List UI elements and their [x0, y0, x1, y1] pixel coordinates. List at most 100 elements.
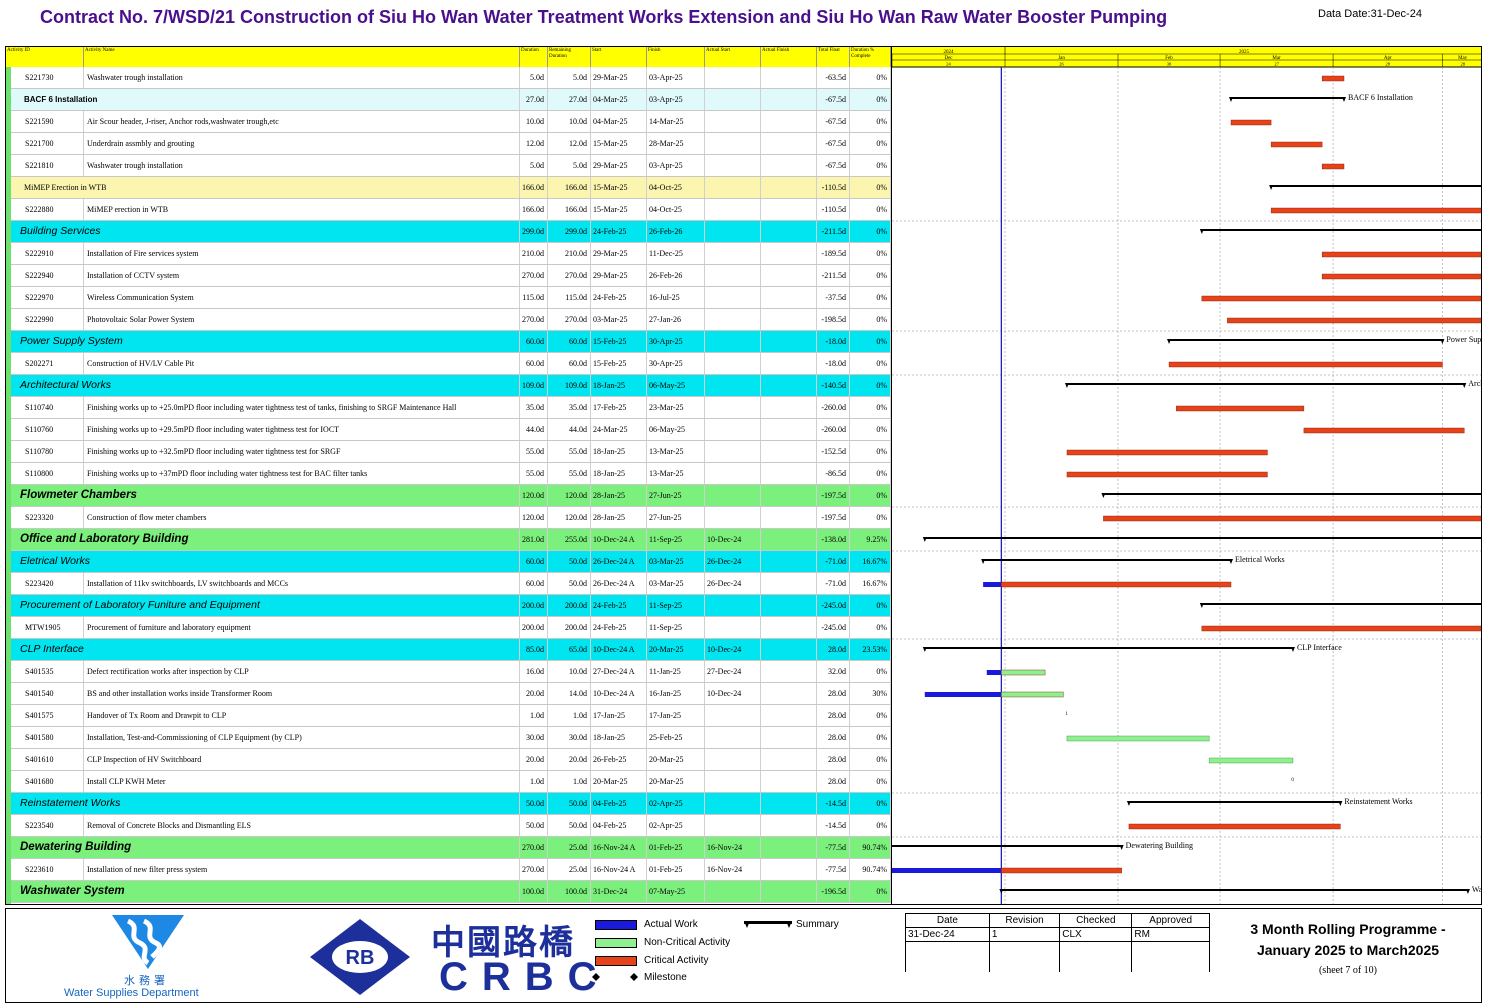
- activity-id: S110800: [14, 463, 84, 484]
- col-actual-finish[interactable]: Actual Finish: [761, 47, 817, 67]
- summary-bar: [892, 845, 1122, 847]
- col-activity-id[interactable]: Activity ID: [6, 47, 84, 67]
- year-label: 2025: [1239, 50, 1250, 55]
- remaining-duration: 60.0d: [548, 353, 591, 374]
- total-float: 28.0d: [817, 639, 850, 660]
- wbs-row[interactable]: Flowmeter Chambers 120.0d 120.0d 28-Jan-25 2…: [6, 485, 891, 507]
- table-row[interactable]: S110780 Finishing works up to +32.5mPD fl…: [6, 441, 891, 463]
- wbs-row[interactable]: Reinstatement Works 50.0d 50.0d 04-Feb-25 02…: [6, 793, 891, 815]
- table-row[interactable]: S221730 Washwater trough installation 5.0d…: [6, 67, 891, 89]
- actual-finish: [761, 89, 817, 110]
- start: 29-Mar-25: [591, 155, 647, 176]
- table-row[interactable]: S221810 Washwater trough installation 5.0d…: [6, 155, 891, 177]
- actual-start: [705, 771, 761, 792]
- total-float: -63.5d: [817, 67, 850, 88]
- col-actual-start[interactable]: Actual Start: [705, 47, 761, 67]
- table-row[interactable]: S401535 Defect rectification works after …: [6, 661, 891, 683]
- bar-label: BACF 6 Installation: [1348, 93, 1413, 102]
- table-row[interactable]: S222970 Wireless Communication System 115.…: [6, 287, 891, 309]
- start: 15-Feb-25: [591, 331, 647, 352]
- table-row[interactable]: S401610 CLP Inspection of HV Switchboard 2…: [6, 749, 891, 771]
- week-label: 27: [1274, 62, 1279, 67]
- actual-start: [705, 89, 761, 110]
- finish: 20-Mar-25: [647, 749, 705, 770]
- page-title: Contract No. 7/WSD/21 Construction of Si…: [40, 7, 1168, 27]
- remaining-duration: 50.0d: [548, 551, 591, 572]
- actual-start: 16-Nov-24: [705, 859, 761, 880]
- summary-bar: [1231, 97, 1344, 99]
- total-float: -110.5d: [817, 199, 850, 220]
- col-pct-complete[interactable]: Duration % Complete: [850, 47, 891, 67]
- table-row[interactable]: S110760 Finishing works up to +29.5mPD fl…: [6, 419, 891, 441]
- non-critical-bar: [1001, 691, 1064, 698]
- wbs-row[interactable]: CLP Interface 85.0d 65.0d 10-Dec-24 A 20-Mar…: [6, 639, 891, 661]
- critical-bar: [1001, 867, 1122, 874]
- col-finish[interactable]: Finish: [647, 47, 705, 67]
- actual-finish: [761, 199, 817, 220]
- pct-complete: 23.53%: [850, 639, 891, 660]
- wbs-row[interactable]: BACF 6 Installation 27.0d 27.0d 04-Mar-25 03…: [6, 89, 891, 111]
- actual-start: [705, 353, 761, 374]
- summary-bar: [1169, 339, 1443, 341]
- table-row[interactable]: S401540 BS and other installation works i…: [6, 683, 891, 705]
- wbs-row[interactable]: Building Services 299.0d 299.0d 24-Feb-25 26…: [6, 221, 891, 243]
- table-row[interactable]: S202271 Construction of HV/LV Cable Pit 60…: [6, 353, 891, 375]
- table-row[interactable]: S110800 Finishing works up to +37mPD floo…: [6, 463, 891, 485]
- table-row[interactable]: S223420 Installation of 11kv switchboards…: [6, 573, 891, 595]
- activity-name: BS and other installation works inside T…: [84, 683, 520, 704]
- table-row[interactable]: S222940 Installation of CCTV system 270.0d…: [6, 265, 891, 287]
- summary-bar: [1201, 229, 1481, 231]
- table-row[interactable]: S223320 Construction of flow meter chambe…: [6, 507, 891, 529]
- remaining-duration: 210.0d: [548, 243, 591, 264]
- remaining-duration: 5.0d: [548, 155, 591, 176]
- table-row[interactable]: S222880 MiMEP erection in WTB 166.0d 166.0d…: [6, 199, 891, 221]
- week-label: 28: [1385, 62, 1390, 67]
- table-row[interactable]: S223610 Installation of new filter press …: [6, 859, 891, 881]
- col-activity-name[interactable]: Activity Name: [84, 47, 520, 67]
- activity-id: S222970: [14, 287, 84, 308]
- wbs-row[interactable]: Office and Laboratory Building 281.0d 255.…: [6, 529, 891, 551]
- table-row[interactable]: S223540 Removal of Concrete Blocks and Di…: [6, 815, 891, 837]
- wbs-row[interactable]: Washwater System 100.0d 100.0d 31-Dec-24 07-…: [6, 881, 891, 903]
- finish: 20-Mar-25: [647, 771, 705, 792]
- start: 17-Feb-25: [591, 397, 647, 418]
- table-row[interactable]: S401575 Handover of Tx Room and Drawpit t…: [6, 705, 891, 727]
- table-row[interactable]: S110740 Finishing works up to +25.0mPD fl…: [6, 397, 891, 419]
- col-remaining-duration[interactable]: Remaining Duration: [548, 47, 591, 67]
- table-row[interactable]: MTW1905 Procurement of furniture and labo…: [6, 617, 891, 639]
- col-duration[interactable]: Duration: [520, 47, 548, 67]
- table-row[interactable]: S221700 Underdrain assmbly and grouting 12…: [6, 133, 891, 155]
- table-row[interactable]: S401680 Install CLP KWH Meter 1.0d 1.0d 20-M…: [6, 771, 891, 793]
- wbs-row[interactable]: Power Supply System 60.0d 60.0d 15-Feb-25 30…: [6, 331, 891, 353]
- revision-table: Date Revision Checked Approved 31-Dec-24…: [905, 913, 1210, 972]
- finish: 02-Apr-25: [647, 815, 705, 836]
- total-float: -198.5d: [817, 309, 850, 330]
- start: 24-Feb-25: [591, 221, 647, 242]
- table-row[interactable]: S401580 Installation, Test-and-Commission…: [6, 727, 891, 749]
- start: 28-Jan-25: [591, 507, 647, 528]
- summary-start-marker: [922, 537, 927, 542]
- wbs-row[interactable]: Eletrical Works 60.0d 50.0d 26-Dec-24 A 03-M…: [6, 551, 891, 573]
- wbs-row[interactable]: Procurement of Laboratory Funiture and E…: [6, 595, 891, 617]
- col-start[interactable]: Start: [591, 47, 647, 67]
- remaining-duration: 109.0d: [548, 375, 591, 396]
- col-total-float[interactable]: Total Float: [817, 47, 850, 67]
- table-row[interactable]: S222990 Photovoltaic Solar Power System 27…: [6, 309, 891, 331]
- wbs-row[interactable]: MiMEP Erection in WTB 166.0d 166.0d 15-Mar-…: [6, 177, 891, 199]
- legend-actual-work: Actual Work: [644, 919, 698, 930]
- table-row[interactable]: S222910 Installation of Fire services sys…: [6, 243, 891, 265]
- total-float: 28.0d: [817, 683, 850, 704]
- actual-finish: [761, 551, 817, 572]
- table-row[interactable]: S221590 Air Scour header, J-riser, Anchor…: [6, 111, 891, 133]
- remaining-duration: 166.0d: [548, 199, 591, 220]
- summary-start-marker: [922, 647, 927, 652]
- wbs-row[interactable]: Architectural Works 109.0d 109.0d 18-Jan-25…: [6, 375, 891, 397]
- actual-finish: [761, 859, 817, 880]
- milestone-mark: 1: [1065, 712, 1068, 717]
- pct-complete: 0%: [850, 287, 891, 308]
- wbs-row[interactable]: Dewatering Building 270.0d 25.0d 16-Nov-24 …: [6, 837, 891, 859]
- pct-complete: 0%: [850, 595, 891, 616]
- remaining-duration: 1.0d: [548, 771, 591, 792]
- remaining-duration: 166.0d: [548, 177, 591, 198]
- activity-name: Underdrain assmbly and grouting: [84, 133, 520, 154]
